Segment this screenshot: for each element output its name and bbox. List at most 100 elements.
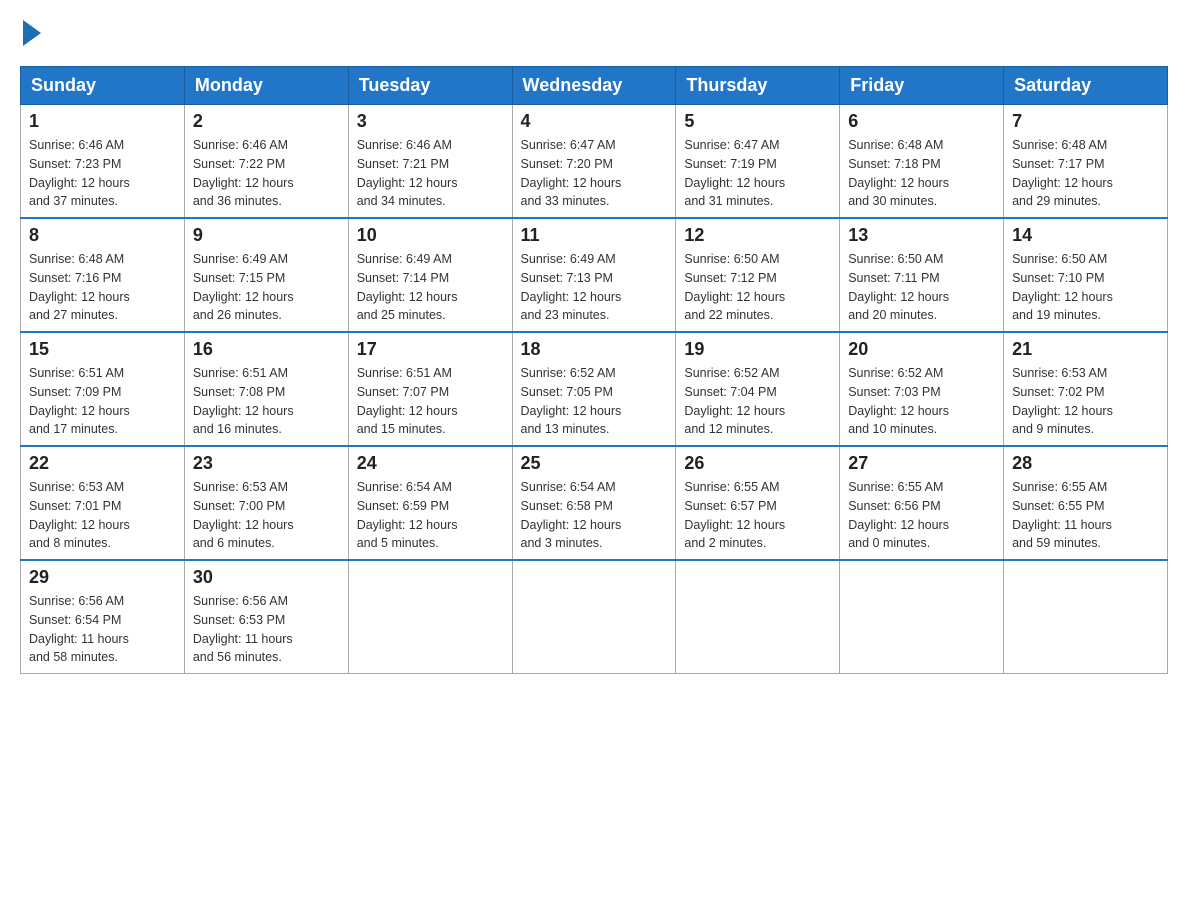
day-cell: 11Sunrise: 6:49 AMSunset: 7:13 PMDayligh… [512,218,676,332]
day-cell: 4 Sunrise: 6:47 AMSunset: 7:20 PMDaylight… [512,105,676,219]
day-number: 1 [29,111,176,132]
week-row-3: 15 Sunrise: 6:51 AMSunset: 7:09 PMDayligh… [21,332,1168,446]
day-cell: 30Sunrise: 6:56 AMSunset: 6:53 PMDayligh… [184,560,348,674]
logo-arrow-icon [23,20,41,46]
day-cell: 7 Sunrise: 6:48 AMSunset: 7:17 PMDaylight… [1004,105,1168,219]
week-row-2: 8 Sunrise: 6:48 AMSunset: 7:16 PMDaylight… [21,218,1168,332]
day-info: Sunrise: 6:48 AMSunset: 7:18 PMDaylight:… [848,136,995,211]
day-info: Sunrise: 6:50 AMSunset: 7:12 PMDaylight:… [684,250,831,325]
weekday-header-tuesday: Tuesday [348,67,512,105]
day-info: Sunrise: 6:53 AMSunset: 7:01 PMDaylight:… [29,478,176,553]
day-info: Sunrise: 6:55 AMSunset: 6:57 PMDaylight:… [684,478,831,553]
day-cell [348,560,512,674]
day-cell: 5 Sunrise: 6:47 AMSunset: 7:19 PMDaylight… [676,105,840,219]
day-cell: 10 Sunrise: 6:49 AMSunset: 7:14 PMDayligh… [348,218,512,332]
day-number: 28 [1012,453,1159,474]
day-cell: 14Sunrise: 6:50 AMSunset: 7:10 PMDayligh… [1004,218,1168,332]
day-cell: 23 Sunrise: 6:53 AMSunset: 7:00 PMDayligh… [184,446,348,560]
day-cell: 25 Sunrise: 6:54 AMSunset: 6:58 PMDayligh… [512,446,676,560]
day-number: 16 [193,339,340,360]
day-info: Sunrise: 6:48 AMSunset: 7:17 PMDaylight:… [1012,136,1159,211]
day-info: Sunrise: 6:49 AMSunset: 7:15 PMDaylight:… [193,250,340,325]
day-number: 8 [29,225,176,246]
logo [20,20,41,46]
day-info: Sunrise: 6:55 AMSunset: 6:56 PMDaylight:… [848,478,995,553]
day-number: 2 [193,111,340,132]
day-cell: 24 Sunrise: 6:54 AMSunset: 6:59 PMDayligh… [348,446,512,560]
day-info: Sunrise: 6:55 AMSunset: 6:55 PMDaylight:… [1012,478,1159,553]
day-number: 15 [29,339,176,360]
day-number: 26 [684,453,831,474]
weekday-header-row: SundayMondayTuesdayWednesdayThursdayFrid… [21,67,1168,105]
day-cell: 27 Sunrise: 6:55 AMSunset: 6:56 PMDayligh… [840,446,1004,560]
day-cell: 9 Sunrise: 6:49 AMSunset: 7:15 PMDaylight… [184,218,348,332]
day-number: 18 [521,339,668,360]
day-number: 13 [848,225,995,246]
day-info: Sunrise: 6:49 AMSunset: 7:14 PMDaylight:… [357,250,504,325]
day-info: Sunrise: 6:50 AMSunset: 7:10 PMDaylight:… [1012,250,1159,325]
day-info: Sunrise: 6:56 AMSunset: 6:53 PMDaylight:… [193,592,340,667]
day-cell: 6 Sunrise: 6:48 AMSunset: 7:18 PMDaylight… [840,105,1004,219]
day-cell: 8 Sunrise: 6:48 AMSunset: 7:16 PMDaylight… [21,218,185,332]
day-info: Sunrise: 6:49 AMSunset: 7:13 PMDaylight:… [521,250,668,325]
day-info: Sunrise: 6:51 AMSunset: 7:09 PMDaylight:… [29,364,176,439]
day-number: 24 [357,453,504,474]
day-number: 6 [848,111,995,132]
day-number: 25 [521,453,668,474]
day-number: 19 [684,339,831,360]
day-cell: 12Sunrise: 6:50 AMSunset: 7:12 PMDayligh… [676,218,840,332]
day-cell: 16 Sunrise: 6:51 AMSunset: 7:08 PMDayligh… [184,332,348,446]
weekday-header-monday: Monday [184,67,348,105]
day-info: Sunrise: 6:47 AMSunset: 7:19 PMDaylight:… [684,136,831,211]
day-cell [840,560,1004,674]
day-number: 10 [357,225,504,246]
day-info: Sunrise: 6:48 AMSunset: 7:16 PMDaylight:… [29,250,176,325]
day-cell: 19 Sunrise: 6:52 AMSunset: 7:04 PMDayligh… [676,332,840,446]
day-cell: 17 Sunrise: 6:51 AMSunset: 7:07 PMDayligh… [348,332,512,446]
day-cell: 13 Sunrise: 6:50 AMSunset: 7:11 PMDayligh… [840,218,1004,332]
day-info: Sunrise: 6:51 AMSunset: 7:07 PMDaylight:… [357,364,504,439]
day-cell: 26 Sunrise: 6:55 AMSunset: 6:57 PMDayligh… [676,446,840,560]
page-header [20,20,1168,46]
day-cell [1004,560,1168,674]
day-number: 23 [193,453,340,474]
day-number: 9 [193,225,340,246]
day-info: Sunrise: 6:46 AMSunset: 7:23 PMDaylight:… [29,136,176,211]
day-number: 17 [357,339,504,360]
day-number: 3 [357,111,504,132]
day-number: 7 [1012,111,1159,132]
day-cell: 20Sunrise: 6:52 AMSunset: 7:03 PMDayligh… [840,332,1004,446]
day-cell: 22 Sunrise: 6:53 AMSunset: 7:01 PMDayligh… [21,446,185,560]
week-row-1: 1 Sunrise: 6:46 AMSunset: 7:23 PMDaylight… [21,105,1168,219]
day-cell: 2 Sunrise: 6:46 AMSunset: 7:22 PMDaylight… [184,105,348,219]
day-info: Sunrise: 6:53 AMSunset: 7:00 PMDaylight:… [193,478,340,553]
weekday-header-sunday: Sunday [21,67,185,105]
day-info: Sunrise: 6:54 AMSunset: 6:58 PMDaylight:… [521,478,668,553]
week-row-4: 22 Sunrise: 6:53 AMSunset: 7:01 PMDayligh… [21,446,1168,560]
day-cell [676,560,840,674]
day-cell: 18 Sunrise: 6:52 AMSunset: 7:05 PMDayligh… [512,332,676,446]
day-number: 5 [684,111,831,132]
weekday-header-wednesday: Wednesday [512,67,676,105]
weekday-header-thursday: Thursday [676,67,840,105]
day-number: 29 [29,567,176,588]
day-info: Sunrise: 6:52 AMSunset: 7:04 PMDaylight:… [684,364,831,439]
day-number: 22 [29,453,176,474]
day-cell: 1 Sunrise: 6:46 AMSunset: 7:23 PMDaylight… [21,105,185,219]
day-cell: 28 Sunrise: 6:55 AMSunset: 6:55 PMDayligh… [1004,446,1168,560]
day-info: Sunrise: 6:52 AMSunset: 7:05 PMDaylight:… [521,364,668,439]
week-row-5: 29 Sunrise: 6:56 AMSunset: 6:54 PMDayligh… [21,560,1168,674]
day-info: Sunrise: 6:56 AMSunset: 6:54 PMDaylight:… [29,592,176,667]
day-cell [512,560,676,674]
day-number: 4 [521,111,668,132]
day-info: Sunrise: 6:46 AMSunset: 7:21 PMDaylight:… [357,136,504,211]
day-number: 21 [1012,339,1159,360]
day-info: Sunrise: 6:50 AMSunset: 7:11 PMDaylight:… [848,250,995,325]
day-info: Sunrise: 6:47 AMSunset: 7:20 PMDaylight:… [521,136,668,211]
day-info: Sunrise: 6:51 AMSunset: 7:08 PMDaylight:… [193,364,340,439]
day-number: 27 [848,453,995,474]
day-info: Sunrise: 6:46 AMSunset: 7:22 PMDaylight:… [193,136,340,211]
day-cell: 29 Sunrise: 6:56 AMSunset: 6:54 PMDayligh… [21,560,185,674]
day-info: Sunrise: 6:54 AMSunset: 6:59 PMDaylight:… [357,478,504,553]
day-cell: 15 Sunrise: 6:51 AMSunset: 7:09 PMDayligh… [21,332,185,446]
